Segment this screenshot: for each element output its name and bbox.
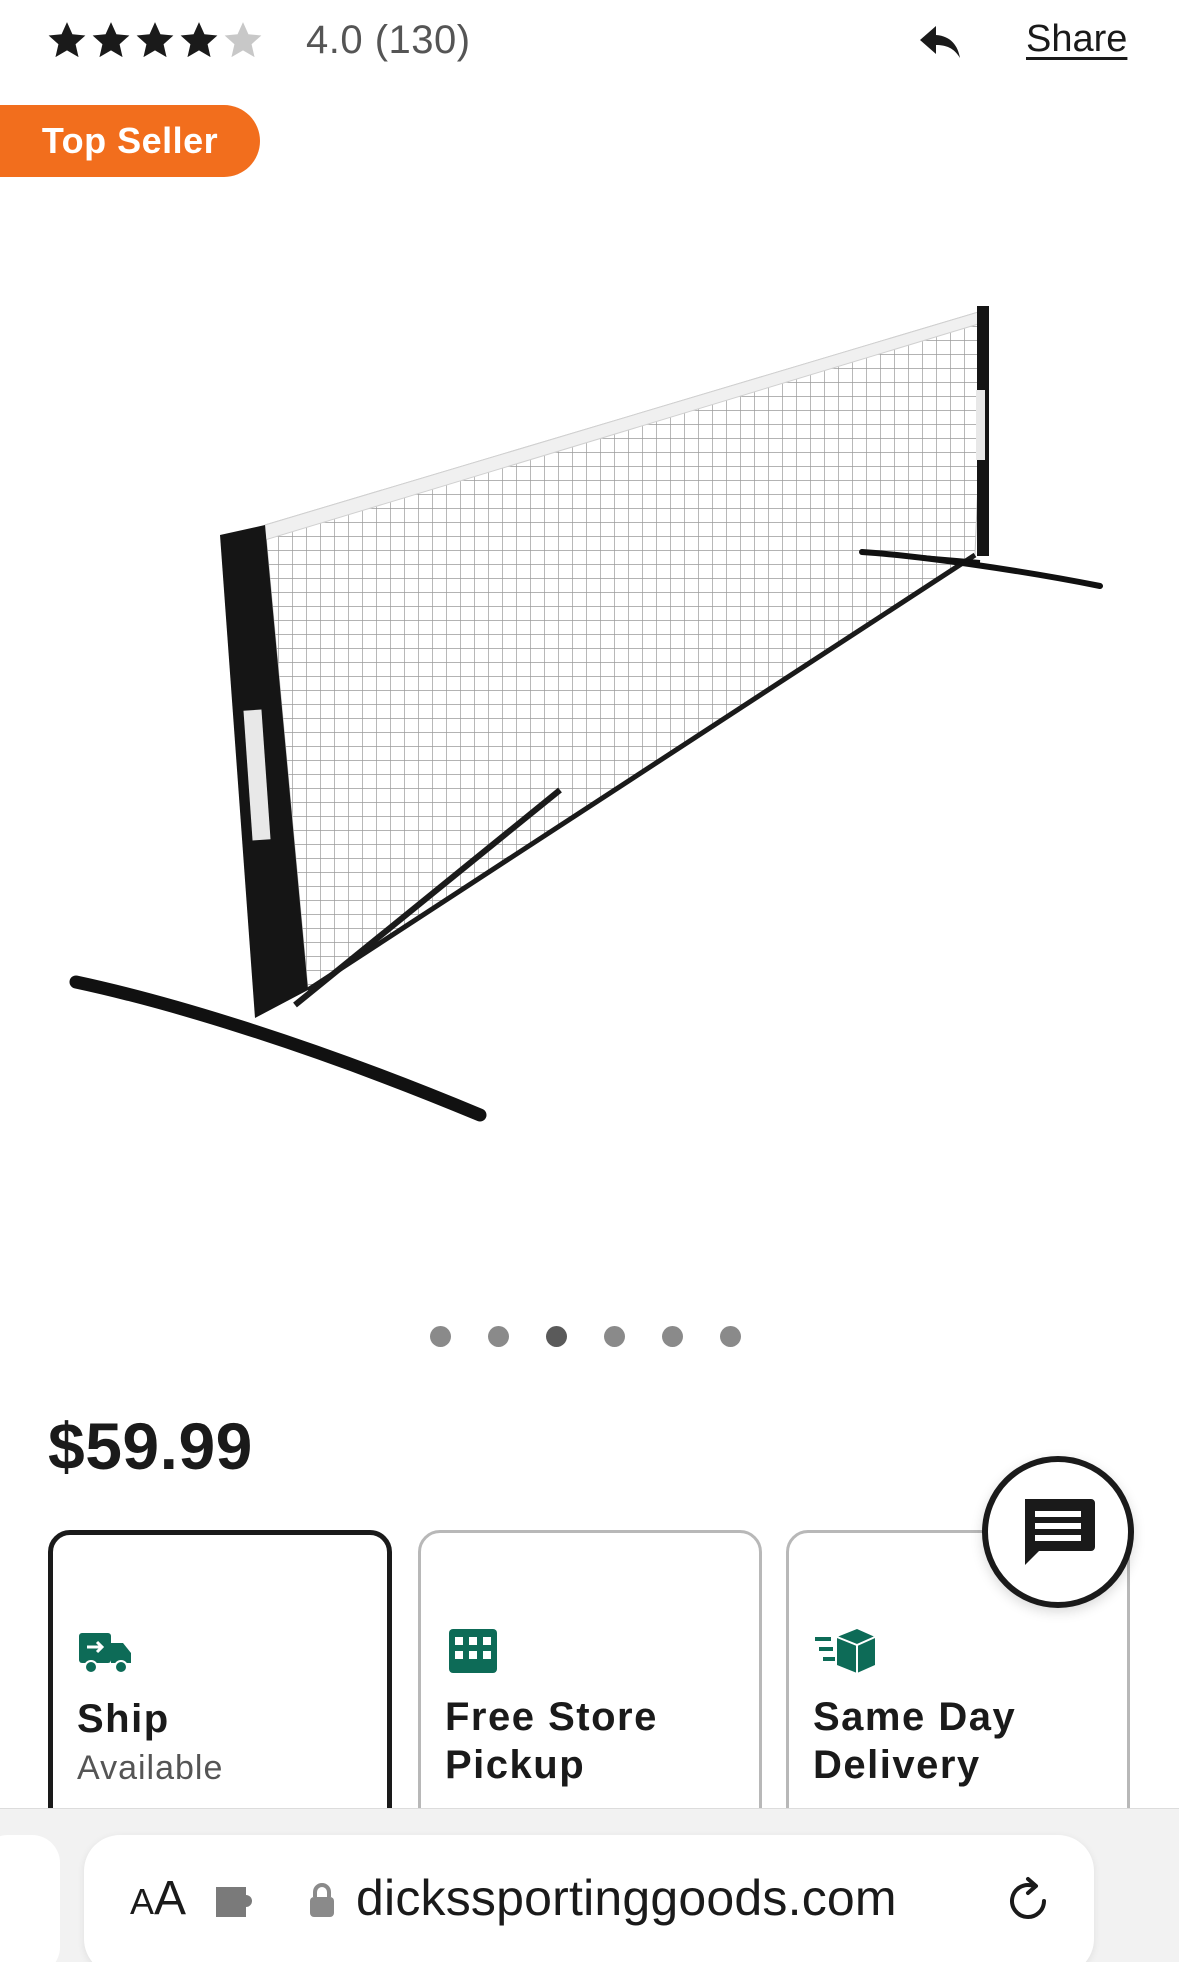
previous-tab-preview[interactable] (0, 1835, 60, 1962)
carousel-dot[interactable] (720, 1326, 741, 1347)
product-image[interactable] (40, 270, 1140, 1150)
carousel-dot[interactable] (488, 1326, 509, 1347)
rating-row[interactable]: 4.0 (130) (46, 12, 471, 68)
star-filled-icon (48, 22, 86, 58)
star-filled-icon (136, 22, 174, 58)
lock-icon (310, 1883, 334, 1917)
top-seller-badge: Top Seller (0, 105, 260, 177)
star-filled-icon (92, 22, 130, 58)
aa-small-label: A (130, 1881, 155, 1922)
fulfillment-title: Free Store Pickup (445, 1695, 658, 1787)
chat-button[interactable] (982, 1456, 1134, 1608)
store-icon (449, 1629, 497, 1673)
star-empty-icon (224, 22, 262, 58)
share-button[interactable] (916, 14, 966, 70)
chat-bubble-icon (1025, 1499, 1095, 1565)
image-carousel-dots (430, 1326, 741, 1347)
aa-big-label: A (154, 1872, 187, 1925)
address-bar[interactable]: AA dickssportinggoods.com (84, 1835, 1094, 1962)
star-filled-icon (180, 22, 218, 58)
fulfillment-subtitle: Available (77, 1749, 224, 1787)
fulfillment-title: Same Day Delivery (813, 1695, 1017, 1787)
url-text[interactable]: dickssportinggoods.com (356, 1869, 897, 1927)
carousel-dot[interactable] (662, 1326, 683, 1347)
rating-summary[interactable]: 4.0 (130) (306, 18, 471, 63)
reload-icon[interactable] (1002, 1875, 1054, 1927)
fulfillment-title: Ship (77, 1697, 170, 1741)
carousel-dot[interactable] (430, 1326, 451, 1347)
share-link[interactable]: Share (1026, 18, 1127, 61)
delivery-truck-icon (79, 1633, 131, 1674)
carousel-dot-active[interactable] (546, 1326, 567, 1347)
reply-arrow-icon[interactable] (916, 20, 966, 64)
star-rating (46, 19, 264, 61)
fast-box-icon (815, 1629, 876, 1673)
reader-text-size-button[interactable]: AA (130, 1871, 186, 1931)
browser-toolbar: AA dickssportinggoods.com (0, 1808, 1179, 1962)
puzzle-icon[interactable] (212, 1879, 262, 1923)
carousel-dot[interactable] (604, 1326, 625, 1347)
product-price: $59.99 (48, 1409, 253, 1483)
